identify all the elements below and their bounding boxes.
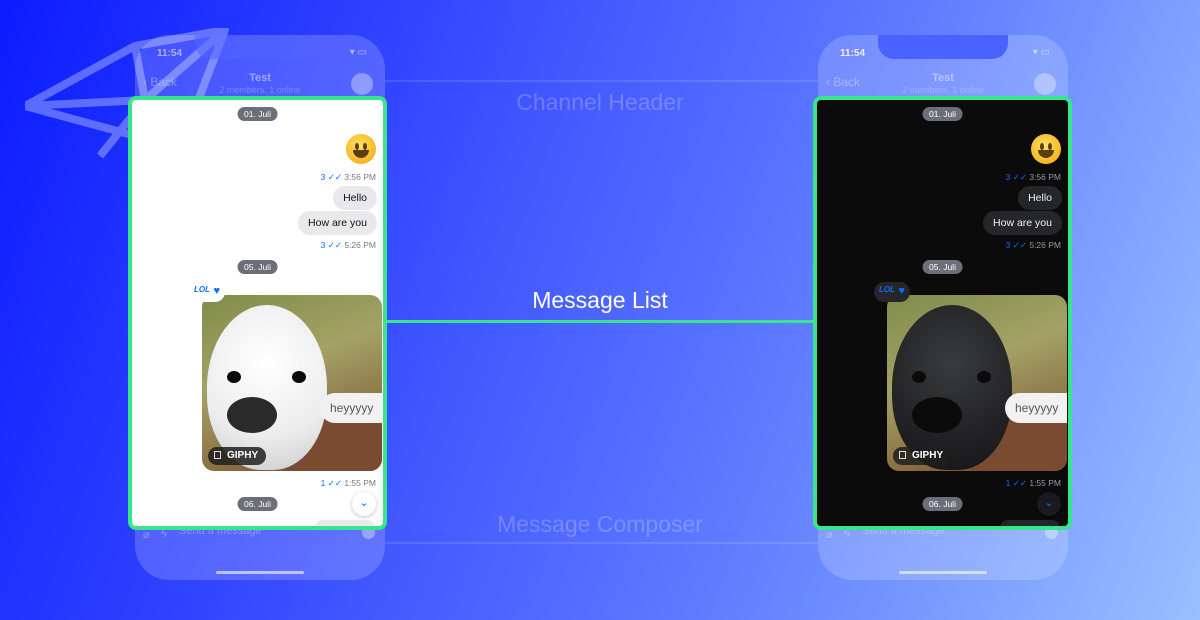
message-list-label: Message List: [532, 287, 668, 313]
status-time: 11:54: [157, 48, 183, 59]
read-checks-icon: ✓✓: [327, 240, 342, 250]
status-time: 11:54: [840, 48, 866, 59]
channel-avatar[interactable]: [1034, 73, 1056, 95]
channel-avatar[interactable]: [351, 73, 373, 95]
read-count: 1: [320, 478, 326, 488]
channel-title: Test: [249, 72, 271, 84]
message-list-light: 01. Juli 3 ✓✓ 3:56 PM Hello How are you …: [128, 96, 387, 530]
gif-caption: heyyyyy: [1005, 393, 1067, 423]
message-bubble[interactable]: How are you: [983, 211, 1062, 235]
read-checks-icon: ✓✓: [1012, 240, 1027, 250]
reaction-bubble[interactable]: LOL ♥: [189, 282, 225, 302]
read-count: 3: [320, 240, 326, 250]
date-separator: 01. Juli: [237, 107, 278, 121]
message-bubble[interactable]: Hello: [333, 186, 377, 210]
home-indicator: [216, 571, 304, 574]
message-bubble[interactable]: Hello: [1018, 186, 1062, 210]
message-bubble[interactable]: How are you: [298, 211, 377, 235]
timestamp: 5:26 PM: [1029, 240, 1061, 250]
lol-reaction-icon: LOL: [879, 285, 895, 294]
reaction-bubble[interactable]: LOL ♥: [874, 282, 910, 302]
date-separator: 01. Juli: [922, 107, 963, 121]
message-meta: 1 ✓✓ 1:55 PM: [1006, 478, 1061, 489]
file-icon: [899, 451, 906, 459]
timestamp: 1:55 PM: [344, 478, 376, 488]
timestamp: 5:26 PM: [344, 240, 376, 250]
header-connector: [385, 80, 818, 82]
alpaca-image: [207, 305, 327, 470]
phone-notch: [195, 35, 325, 59]
message-meta: 3 ✓✓ 5:26 PM: [321, 240, 376, 251]
channel-subtitle: 2 members, 1 online: [219, 85, 301, 95]
lol-reaction-icon: LOL: [194, 285, 210, 294]
heart-reaction-icon: ♥: [898, 285, 905, 297]
status-icons: ▾ ▭: [349, 47, 367, 58]
read-checks-icon: ✓✓: [327, 172, 342, 182]
read-count: 3: [1005, 240, 1011, 250]
message-bubble-partial: [315, 520, 375, 526]
giphy-label: GIPHY: [227, 450, 259, 461]
giphy-attachment[interactable]: heyyyyy GIPHY: [202, 295, 382, 471]
date-separator: 05. Juli: [237, 260, 278, 274]
grinning-emoji-icon: [1031, 134, 1061, 164]
giphy-attachment[interactable]: heyyyyy GIPHY: [887, 295, 1067, 471]
message-composer-label: Message Composer: [497, 511, 703, 537]
message-meta: 3 ✓✓ 3:56 PM: [321, 172, 376, 183]
read-count: 1: [1005, 478, 1011, 488]
message-meta: 3 ✓✓ 5:26 PM: [1006, 240, 1061, 251]
message-bubble-partial: [1000, 520, 1060, 526]
status-icons: ▾ ▭: [1032, 47, 1050, 58]
grinning-emoji-icon: [346, 134, 376, 164]
phone-notch: [878, 35, 1008, 59]
channel-subtitle: 2 members, 1 online: [902, 85, 984, 95]
scroll-to-bottom-button[interactable]: ⌄: [1037, 492, 1061, 516]
read-count: 3: [1005, 172, 1011, 182]
home-indicator: [899, 571, 987, 574]
read-checks-icon: ✓✓: [1012, 172, 1027, 182]
giphy-badge: GIPHY: [208, 447, 267, 465]
heart-reaction-icon: ♥: [213, 285, 220, 297]
timestamp: 1:55 PM: [1029, 478, 1061, 488]
date-separator: 06. Juli: [922, 497, 963, 511]
channel-title: Test: [932, 72, 954, 84]
file-icon: [214, 451, 221, 459]
composer-connector: [385, 542, 818, 544]
channel-header-label: Channel Header: [516, 89, 684, 115]
giphy-badge: GIPHY: [893, 447, 952, 465]
timestamp: 3:56 PM: [344, 172, 376, 182]
read-count: 3: [320, 172, 326, 182]
message-meta: 1 ✓✓ 1:55 PM: [321, 478, 376, 489]
giphy-label: GIPHY: [912, 450, 944, 461]
scroll-to-bottom-button[interactable]: ⌄: [352, 492, 376, 516]
message-meta: 3 ✓✓ 3:56 PM: [1006, 172, 1061, 183]
message-list-dark: 01. Juli 3 ✓✓ 3:56 PM Hello How are you …: [813, 96, 1072, 530]
date-separator: 06. Juli: [237, 497, 278, 511]
message-list-connector: [387, 320, 813, 323]
read-checks-icon: ✓✓: [1012, 478, 1027, 488]
date-separator: 05. Juli: [922, 260, 963, 274]
gif-caption: heyyyyy: [320, 393, 382, 423]
read-checks-icon: ✓✓: [327, 478, 342, 488]
timestamp: 3:56 PM: [1029, 172, 1061, 182]
alpaca-image: [892, 305, 1012, 470]
